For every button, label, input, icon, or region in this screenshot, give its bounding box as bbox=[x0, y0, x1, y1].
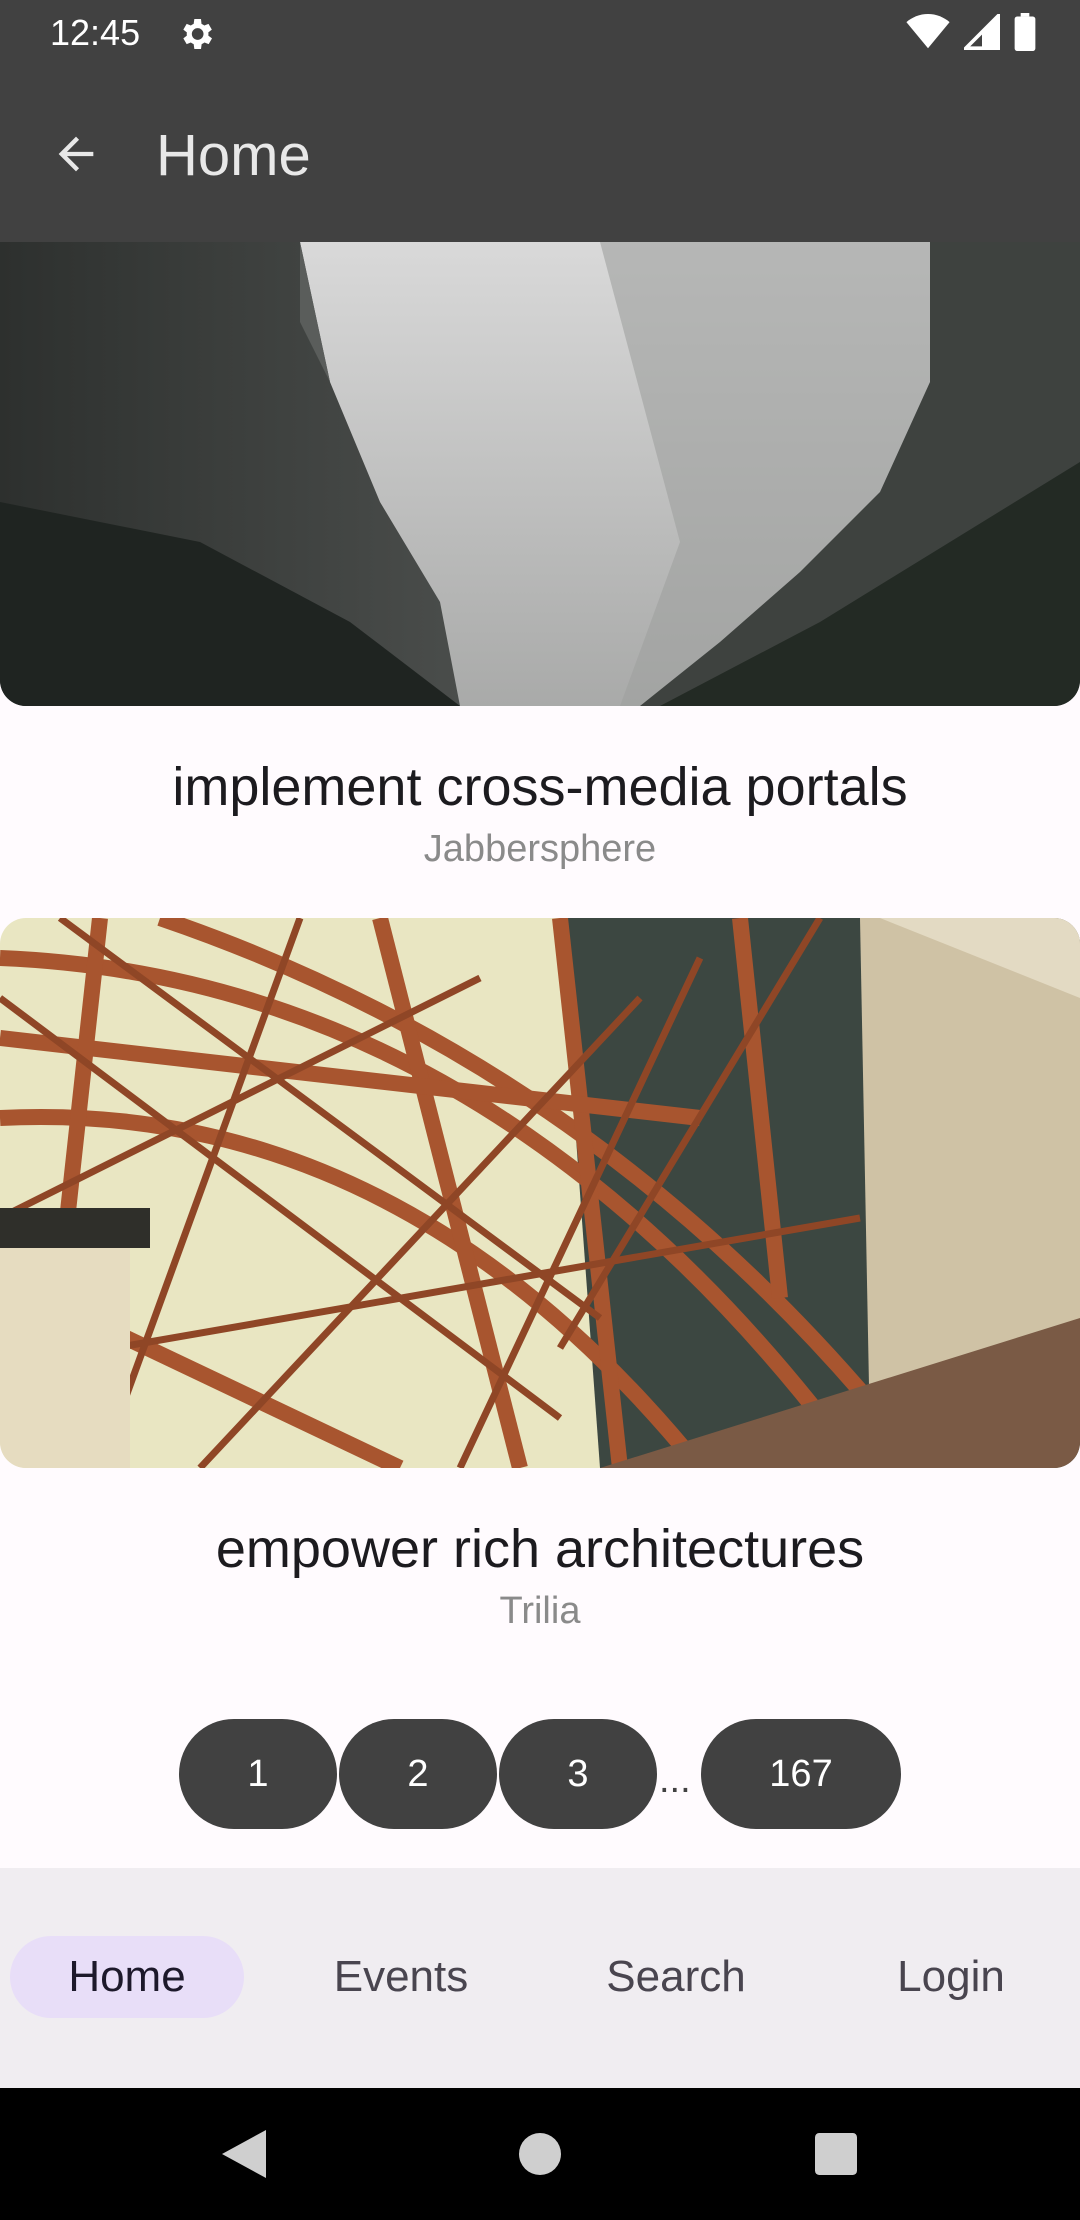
back-triangle-icon[interactable] bbox=[214, 2124, 274, 2184]
nav-item-home[interactable]: Home bbox=[10, 1936, 244, 2018]
settings-gear-icon bbox=[176, 14, 216, 54]
status-icons bbox=[906, 10, 1036, 56]
pagination-ellipsis: ... bbox=[659, 1759, 691, 1801]
card-subtitle: Jabbersphere bbox=[423, 828, 657, 870]
top-bar: 12:45 Home bbox=[0, 0, 1080, 242]
nav-item-events[interactable]: Events bbox=[284, 1936, 518, 2018]
recents-square-icon[interactable] bbox=[806, 2124, 866, 2184]
app-bar: Home bbox=[0, 66, 1080, 242]
card-title[interactable]: implement cross-media portals bbox=[0, 756, 1080, 818]
page-button-1[interactable]: 1 bbox=[179, 1719, 337, 1829]
status-bar: 12:45 bbox=[0, 0, 1080, 66]
cell-signal-icon bbox=[961, 10, 1000, 55]
page-button-last[interactable]: 167 bbox=[701, 1719, 901, 1829]
page-title: Home bbox=[156, 123, 311, 188]
arrow-back-icon[interactable] bbox=[40, 118, 112, 190]
page-button-2[interactable]: 2 bbox=[339, 1719, 497, 1829]
wifi-icon bbox=[906, 13, 950, 55]
page-button-3[interactable]: 3 bbox=[499, 1719, 657, 1829]
status-time: 12:45 bbox=[50, 12, 141, 53]
card-image-misty-canyon[interactable] bbox=[0, 242, 1080, 706]
nav-item-search[interactable]: Search bbox=[559, 1936, 793, 2018]
card-image-steel-bridge[interactable] bbox=[0, 918, 1080, 1468]
battery-icon bbox=[1014, 12, 1036, 56]
pagination: 1 2 3 ... 167 bbox=[0, 1719, 1080, 1829]
bottom-navigation: Home Events Search Login bbox=[0, 1868, 1080, 2088]
card-subtitle: Trilia bbox=[499, 1590, 581, 1632]
system-navigation-bar bbox=[0, 2088, 1080, 2220]
home-circle-icon[interactable] bbox=[510, 2124, 570, 2184]
card-title[interactable]: empower rich architectures bbox=[0, 1518, 1080, 1580]
nav-item-login[interactable]: Login bbox=[834, 1936, 1068, 2018]
